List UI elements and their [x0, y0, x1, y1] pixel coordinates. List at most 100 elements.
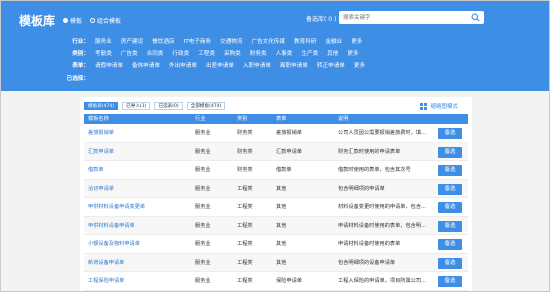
- filter-item[interactable]: 金融业: [325, 37, 342, 45]
- add-to-selection-button[interactable]: 备选: [438, 128, 462, 139]
- table-header: 模板名称 行业 类别 表单 说明: [84, 114, 468, 124]
- view-mode-label: 缩略图模式: [430, 104, 458, 110]
- template-name-link[interactable]: 差旅报销单: [88, 124, 114, 143]
- tab-imported[interactable]: 已导入(1): [122, 102, 151, 110]
- filter-item[interactable]: 采购类: [224, 49, 241, 57]
- add-to-selection-button[interactable]: 备选: [438, 183, 462, 195]
- template-name-link[interactable]: 甲供材料设备申请变更单: [88, 198, 145, 217]
- cell-industry: 服务业: [195, 259, 211, 266]
- cell-description: 公司人员因公需要报销差旅费时，填...: [338, 130, 426, 136]
- thumbnail-mode-toggle[interactable]: 缩略图模式: [420, 102, 458, 110]
- filter-item[interactable]: 出差申请单: [206, 61, 234, 69]
- filter-category: 类别： 考勤类 广告类 合同类 行政类 工程类 采购类 财务类 人事类 生产类 …: [60, 49, 368, 57]
- radio-combo-template[interactable]: 组合模板: [90, 16, 121, 25]
- cell-form: 汇款申请单: [276, 148, 302, 155]
- search-box: [339, 11, 484, 24]
- cell-category: 工程类: [237, 241, 253, 247]
- filter-item[interactable]: 广告文化传媒: [251, 37, 285, 45]
- cell-category: 工程类: [237, 259, 253, 266]
- filter-item[interactable]: 转正申请单: [317, 61, 345, 69]
- filter-item[interactable]: 生产类: [301, 49, 318, 57]
- filter-item[interactable]: 离职申请单: [280, 61, 308, 69]
- column-header: 说明: [338, 116, 349, 122]
- table-row: 工程保险申请单 服务业 工程类 保险申请单 工程入保险的申请单，项目所属公司... 备选: [84, 272, 468, 291]
- page-title: 模板库: [19, 14, 56, 28]
- table-row: 汇款申请单 服务业 财务类 汇款申请单 财务汇款时使用的申请表单 备选: [84, 142, 468, 162]
- filter-item[interactable]: IT电子商务: [184, 37, 211, 45]
- tab-template-list[interactable]: 模板表(474): [84, 102, 119, 110]
- cell-industry: 服务业: [195, 278, 211, 284]
- filter-item[interactable]: 餐饮酒店: [152, 37, 174, 45]
- filter-item[interactable]: 考勤类: [95, 49, 112, 57]
- cell-industry: 服务业: [195, 167, 211, 173]
- add-to-selection-button[interactable]: 备选: [438, 202, 462, 213]
- filter-more[interactable]: 更多: [354, 61, 365, 69]
- template-name-link[interactable]: 工程保险申请单: [88, 272, 124, 291]
- filter-label: 行业：: [72, 39, 89, 45]
- filter-more[interactable]: 更多: [351, 37, 362, 45]
- add-to-selection-button[interactable]: 备选: [438, 276, 462, 287]
- filter-item[interactable]: 财务类: [250, 49, 267, 57]
- template-name-link[interactable]: 洽切申请单: [88, 180, 114, 199]
- selected-count-link[interactable]: 备选库( 0 ): [306, 14, 336, 23]
- template-name-link[interactable]: 小额设备及物料申请单: [88, 235, 140, 254]
- filter-item[interactable]: 外出申请单: [169, 61, 197, 69]
- filter-more[interactable]: 更多: [347, 49, 358, 57]
- filter-item[interactable]: 请假申请单: [95, 61, 123, 69]
- template-name-link[interactable]: 汇款申请单: [88, 143, 114, 162]
- cell-industry: 服务业: [195, 148, 211, 155]
- add-to-selection-button[interactable]: 备选: [438, 239, 462, 250]
- filter-item[interactable]: 入职申请单: [243, 61, 271, 69]
- cell-form: 借款单: [276, 167, 292, 173]
- column-header: 模板名称: [88, 116, 109, 122]
- filter-item[interactable]: 教育科研: [294, 37, 316, 45]
- filter-item[interactable]: 工程类: [198, 49, 215, 57]
- search-input[interactable]: [339, 11, 459, 24]
- cell-category: 财务类: [237, 130, 253, 136]
- radio-label: 模板: [70, 18, 83, 25]
- filter-table: 表单： 请假申请单 备休申请单 外出申请单 出差申请单 入职申请单 离职申请单 …: [60, 61, 374, 69]
- filter-industry: 行业： 服务业 房产建设 餐饮酒店 IT电子商务 交通物流 广告文化传媒 教育科…: [60, 37, 371, 45]
- template-name-link[interactable]: 甲供材料设备申请单: [88, 217, 135, 236]
- cell-description: 借款时使用的表单，包含其次号: [338, 167, 411, 173]
- template-table-body: 差旅报销单 服务业 财务类 差旅报销单 公司人员因公需要报销差旅费时，填... 备选 汇款…: [84, 124, 468, 291]
- filter-item[interactable]: 备休申请单: [132, 61, 160, 69]
- cell-form: 其他: [276, 222, 287, 229]
- filter-item[interactable]: 人事类: [276, 49, 293, 57]
- filter-item[interactable]: 房产建设: [121, 37, 143, 45]
- filter-item[interactable]: 行政类: [172, 49, 189, 57]
- filter-label: 类别：: [72, 51, 89, 57]
- template-panel: 模板表(474) 已导入(1) 已选表(0) 全部模板(474) 缩略图模式 模…: [80, 97, 472, 291]
- template-name-link[interactable]: 新增设备申请单: [88, 254, 124, 273]
- table-row: 甲供材料设备申请单 服务业 工程类 其他 申请材料设备时使用的表单，包含明... 备选: [84, 216, 468, 236]
- table-row: 甲供材料设备申请变更单 服务业 工程类 其他 材料设备变更时使用的申请单，包含... 备选: [84, 198, 468, 217]
- radio-template[interactable]: 模板: [63, 16, 82, 25]
- cell-description: 财务汇款时使用的申请表单: [338, 148, 401, 155]
- add-to-selection-button[interactable]: 备选: [438, 146, 462, 158]
- table-row: 差旅报销单 服务业 财务类 差旅报销单 公司人员因公需要报销差旅费时，填... 备选: [84, 124, 468, 143]
- cell-form: 其他: [276, 241, 287, 247]
- tab-all-templates[interactable]: 全部模板(474): [186, 102, 226, 110]
- add-to-selection-button[interactable]: 备选: [438, 257, 462, 269]
- template-name-link[interactable]: 借款单: [88, 161, 104, 180]
- cell-industry: 服务业: [195, 241, 211, 247]
- filter-item[interactable]: 交通物流: [220, 37, 242, 45]
- cell-category: 工程类: [237, 185, 253, 192]
- column-header: 表单: [276, 116, 287, 122]
- filter-item[interactable]: 其他: [327, 49, 338, 57]
- grid-icon: [420, 102, 428, 110]
- add-to-selection-button[interactable]: 备选: [438, 165, 462, 176]
- filter-item[interactable]: 服务业: [95, 37, 112, 45]
- filter-item[interactable]: 合同类: [147, 49, 164, 57]
- add-to-selection-button[interactable]: 备选: [438, 220, 462, 232]
- app-window: 模板库 模板 组合模板 备选库( 0 ) 行业： 服务业 房产建设 餐饮酒店 I…: [0, 0, 550, 292]
- cell-industry: 服务业: [195, 185, 211, 192]
- filter-item[interactable]: 广告类: [121, 49, 138, 57]
- cell-industry: 服务业: [195, 130, 211, 136]
- cell-form: 其他: [276, 259, 287, 266]
- tab-selected[interactable]: 已选表(0): [154, 102, 183, 110]
- cell-industry: 服务业: [195, 204, 211, 210]
- search-icon[interactable]: [471, 13, 480, 22]
- cell-industry: 服务业: [195, 222, 211, 229]
- table-row: 小额设备及物料申请单 服务业 工程类 其他 申请材料设备时使用的表单 备选: [84, 235, 468, 254]
